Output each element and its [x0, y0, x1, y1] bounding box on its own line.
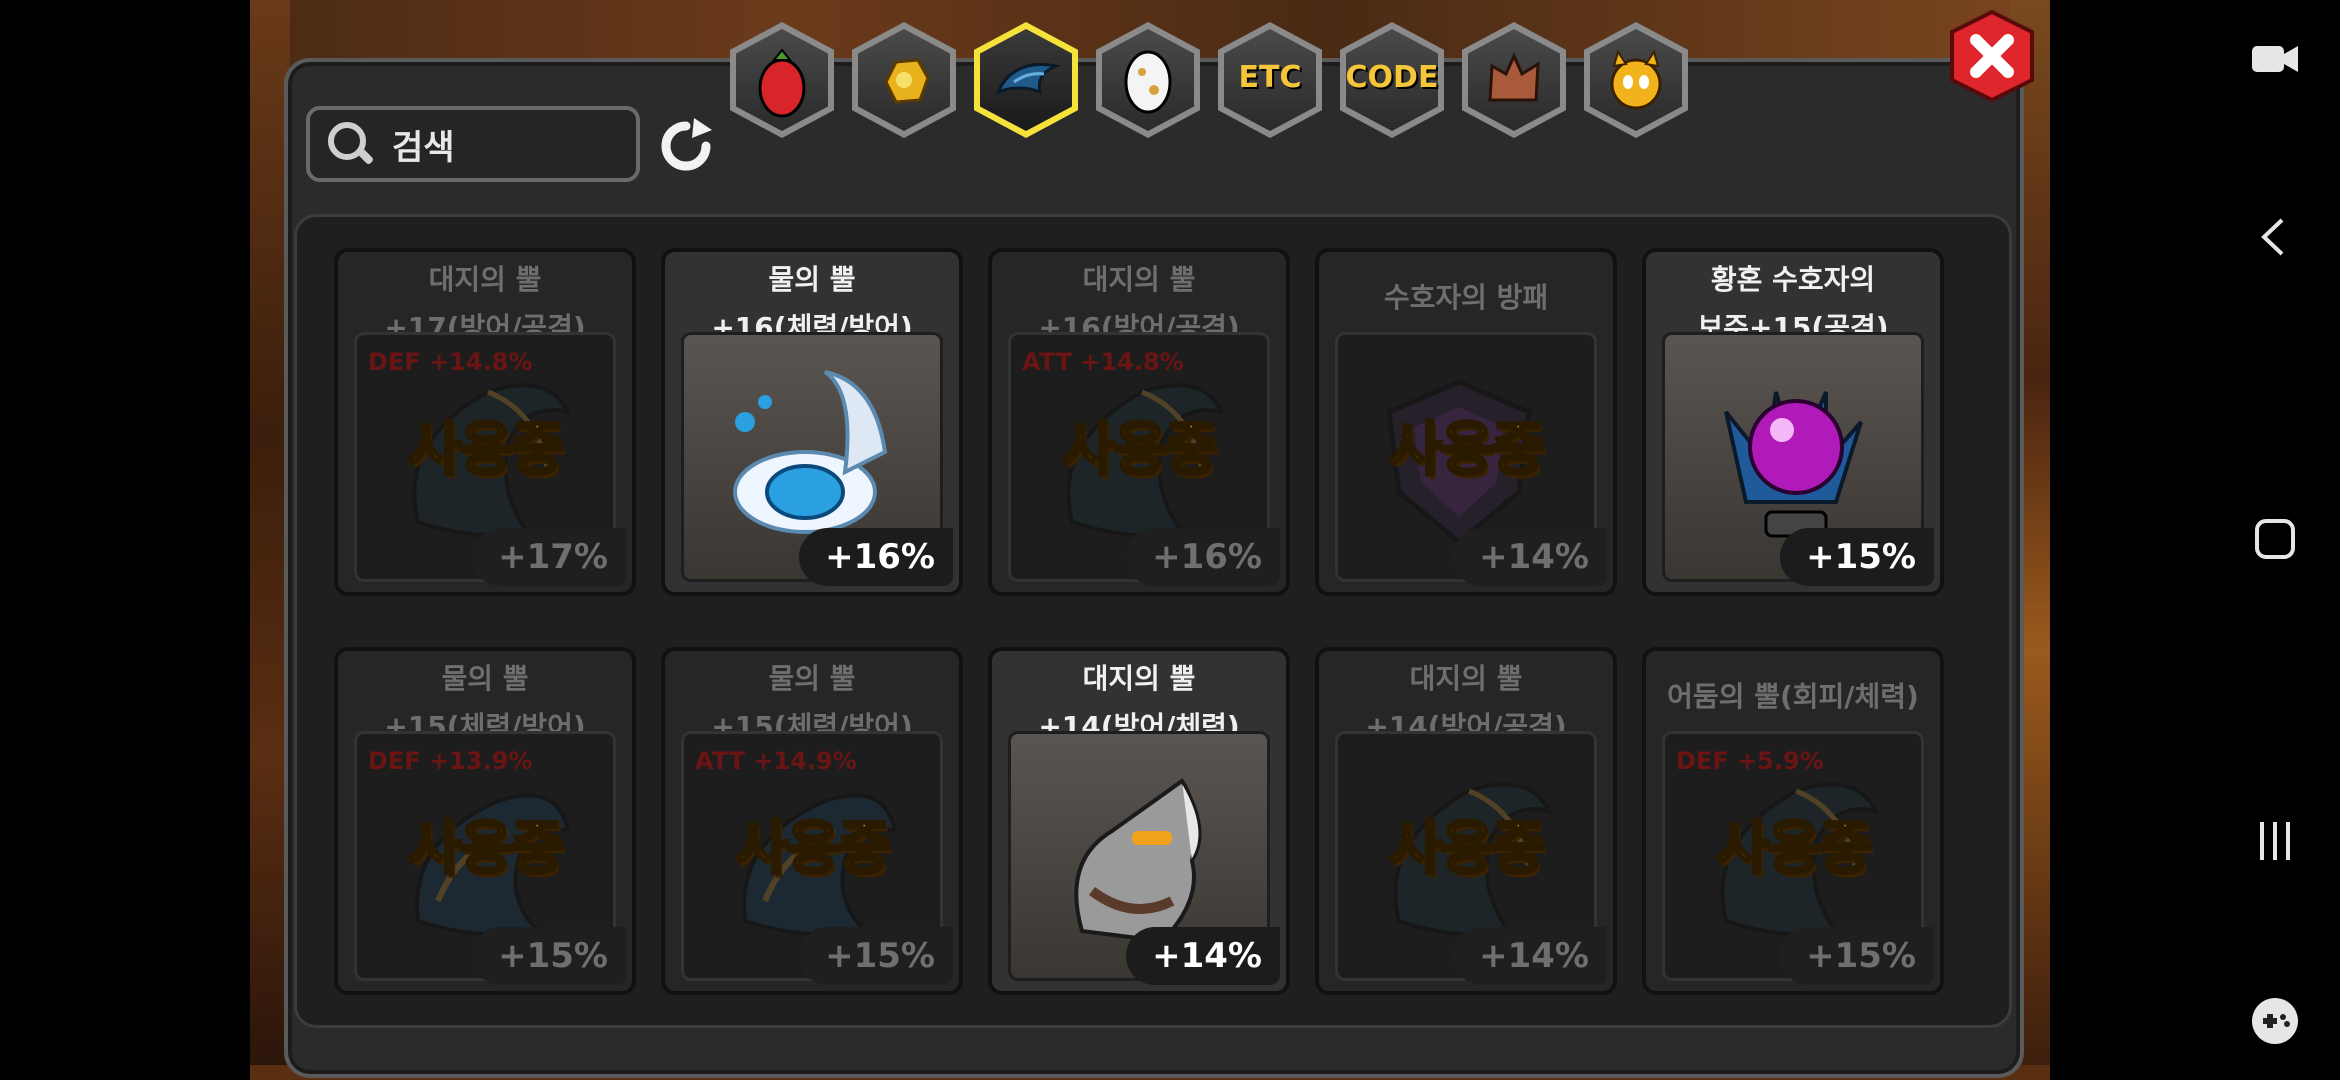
tab-etc[interactable]: ETC: [1218, 22, 1322, 138]
in-use-badge: 사용중: [1387, 813, 1546, 884]
item-stat: DEF +5.9%: [1676, 747, 1824, 775]
refresh-icon[interactable]: [656, 116, 716, 176]
item-card[interactable]: 물의 뿔 +16(체력/방어) +16%: [661, 248, 963, 596]
tab-etc-label: ETC: [1238, 60, 1302, 95]
item-percent: +16%: [1126, 528, 1280, 586]
tab-code-label: CODE: [1345, 60, 1439, 95]
item-card[interactable]: 대지의 뿔 +17(방어/공격) DEF +14.8% +17% 사용중: [334, 248, 636, 596]
search-placeholder: 검색: [392, 127, 455, 168]
item-percent: +16%: [799, 528, 953, 586]
item-name: 대지의 뿔: [1409, 662, 1523, 695]
item-percent: +17%: [472, 528, 626, 586]
game-screen: 검색 ETC CODE 대지의 뿔 +17(방어/공격) DEF +14.8% …: [0, 0, 2340, 1080]
recent-apps-icon[interactable]: [2250, 816, 2300, 866]
item-image: [1074, 778, 1202, 944]
gold-nugget-icon: [884, 58, 930, 104]
item-card[interactable]: 어둠의 뿔(회피/체력) DEF +5.9% +15% 사용중: [1642, 647, 1944, 995]
search-input[interactable]: 검색: [306, 106, 640, 182]
item-stat: ATT +14.8%: [1022, 348, 1184, 376]
tab-claw[interactable]: [974, 22, 1078, 138]
in-use-badge: 사용중: [1060, 414, 1219, 485]
item-name: 물의 뿔: [768, 662, 856, 695]
item-name: 황혼 수호자의: [1710, 263, 1876, 296]
item-card[interactable]: 수호자의 방패 +14% 사용중: [1315, 248, 1617, 596]
item-name: 대지의 뿔: [428, 263, 542, 296]
pet-icon: [1610, 49, 1662, 110]
item-stat: ATT +14.9%: [695, 747, 857, 775]
item-card[interactable]: 황혼 수호자의 보주+15(공격) +15%: [1642, 248, 1944, 596]
tab-gold[interactable]: [852, 22, 956, 138]
in-use-badge: 사용중: [406, 813, 565, 884]
item-image: [733, 370, 888, 534]
tab-fruit[interactable]: [730, 22, 834, 138]
home-icon[interactable]: [2250, 514, 2300, 564]
tab-dragon[interactable]: [1462, 22, 1566, 138]
in-use-badge: 사용중: [1714, 813, 1873, 884]
fruit-icon: [758, 48, 806, 118]
item-percent: +15%: [472, 927, 626, 985]
item-percent: +15%: [1780, 927, 1934, 985]
item-name: 물의 뿔: [441, 662, 529, 695]
in-use-badge: 사용중: [733, 813, 892, 884]
search-icon: [326, 120, 374, 168]
item-card[interactable]: 물의 뿔 +15(체력/방어) ATT +14.9% +15% 사용중: [661, 647, 963, 995]
item-card[interactable]: 물의 뿔 +15(체력/방어) DEF +13.9% +15% 사용중: [334, 647, 636, 995]
dragon-icon: [1488, 52, 1540, 102]
item-percent: +14%: [1453, 927, 1607, 985]
tab-pet[interactable]: [1584, 22, 1688, 138]
item-stat: DEF +13.9%: [368, 747, 533, 775]
item-name: 어둠의 뿔(회피/체력): [1667, 680, 1919, 713]
item-name: 수호자의 방패: [1383, 281, 1549, 314]
in-use-badge: 사용중: [1387, 414, 1546, 485]
item-name: 물의 뿔: [768, 263, 856, 296]
in-use-badge: 사용중: [406, 414, 565, 485]
item-percent: +14%: [1126, 927, 1280, 985]
close-icon[interactable]: [1944, 8, 2040, 104]
egg-icon: [1124, 50, 1172, 114]
item-card[interactable]: 대지의 뿔 +14(방어/체력) +14%: [988, 647, 1290, 995]
item-percent: +15%: [799, 927, 953, 985]
tab-egg[interactable]: [1096, 22, 1200, 138]
game-tools-icon[interactable]: [2250, 996, 2300, 1046]
item-image: [1724, 391, 1863, 538]
item-card[interactable]: 대지의 뿔 +16(방어/공격) ATT +14.8% +16% 사용중: [988, 248, 1290, 596]
item-name: 대지의 뿔: [1082, 263, 1196, 296]
item-stat: DEF +14.8%: [368, 348, 533, 376]
item-name: 대지의 뿔: [1082, 662, 1196, 695]
tab-code[interactable]: CODE: [1340, 22, 1444, 138]
item-card[interactable]: 대지의 뿔 +14(방어/공격) +14% 사용중: [1315, 647, 1617, 995]
item-percent: +14%: [1453, 528, 1607, 586]
video-camera-icon[interactable]: [2250, 34, 2300, 84]
claw-icon: [995, 63, 1062, 95]
back-icon[interactable]: [2250, 212, 2300, 262]
item-percent: +15%: [1780, 528, 1934, 586]
